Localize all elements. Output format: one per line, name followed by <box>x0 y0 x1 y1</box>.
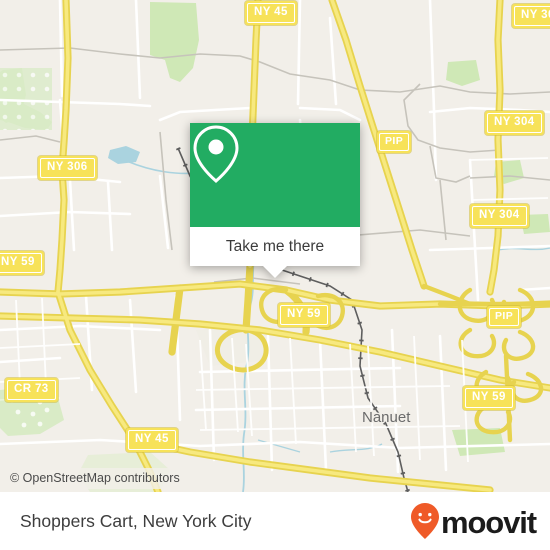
map-attribution[interactable]: © OpenStreetMap contributors <box>0 468 188 489</box>
road-shield-label: NY 59 <box>280 305 328 325</box>
footer-bar: Shoppers Cart, New York City moovit <box>0 492 550 550</box>
road-shield: NY 304 <box>470 204 529 228</box>
road-shield: CR 73 <box>5 378 58 402</box>
map-canvas[interactable]: NY 45 NY 304 NY 306 NY 304 PIP NY 304 NY 59 NY … <box>0 0 550 492</box>
road-shield: PIP <box>487 306 522 328</box>
popup-pointer-tail <box>262 265 288 278</box>
road-shield: NY 45 <box>245 1 297 25</box>
map-screenshot: NY 45 NY 304 NY 306 NY 304 PIP NY 304 NY 59 NY … <box>0 0 550 550</box>
road-shield: NY 59 <box>0 251 44 275</box>
moovit-smiley-pin-icon <box>410 503 439 539</box>
road-shield-label: NY 304 <box>487 113 542 133</box>
road-shield-label: NY 306 <box>40 158 95 178</box>
road-shield: PIP <box>377 131 412 153</box>
road-shield-label: CR 73 <box>7 380 56 400</box>
moovit-brand[interactable]: moovit <box>410 502 537 540</box>
road-shield-label: PIP <box>379 133 410 151</box>
road-shield: NY 304 <box>485 111 544 135</box>
road-shield-label: NY 304 <box>514 6 550 26</box>
road-shield-label: NY 59 <box>465 388 513 408</box>
road-shield: NY 45 <box>126 428 178 452</box>
take-me-there-button[interactable]: Take me there <box>190 227 360 278</box>
popup-image-placeholder <box>190 123 360 227</box>
road-shield-label: NY 45 <box>128 430 176 450</box>
road-shield-label: NY 59 <box>0 253 42 273</box>
destination-popup-card[interactable]: Take me there <box>190 123 360 278</box>
road-shield: NY 306 <box>38 156 97 180</box>
place-label: Nanuet <box>362 409 411 426</box>
road-shield-label: NY 45 <box>247 3 295 23</box>
road-shield: NY 59 <box>278 303 330 327</box>
take-me-there-label: Take me there <box>225 237 325 255</box>
road-shield: NY 59 <box>463 386 515 410</box>
page-title: Shoppers Cart, New York City <box>20 510 252 531</box>
road-shield: NY 304 <box>512 4 550 28</box>
moovit-wordmark: moovit <box>440 504 537 540</box>
location-pin-icon <box>193 125 239 183</box>
road-shield-label: PIP <box>489 308 520 326</box>
road-shield-label: NY 304 <box>472 206 527 226</box>
